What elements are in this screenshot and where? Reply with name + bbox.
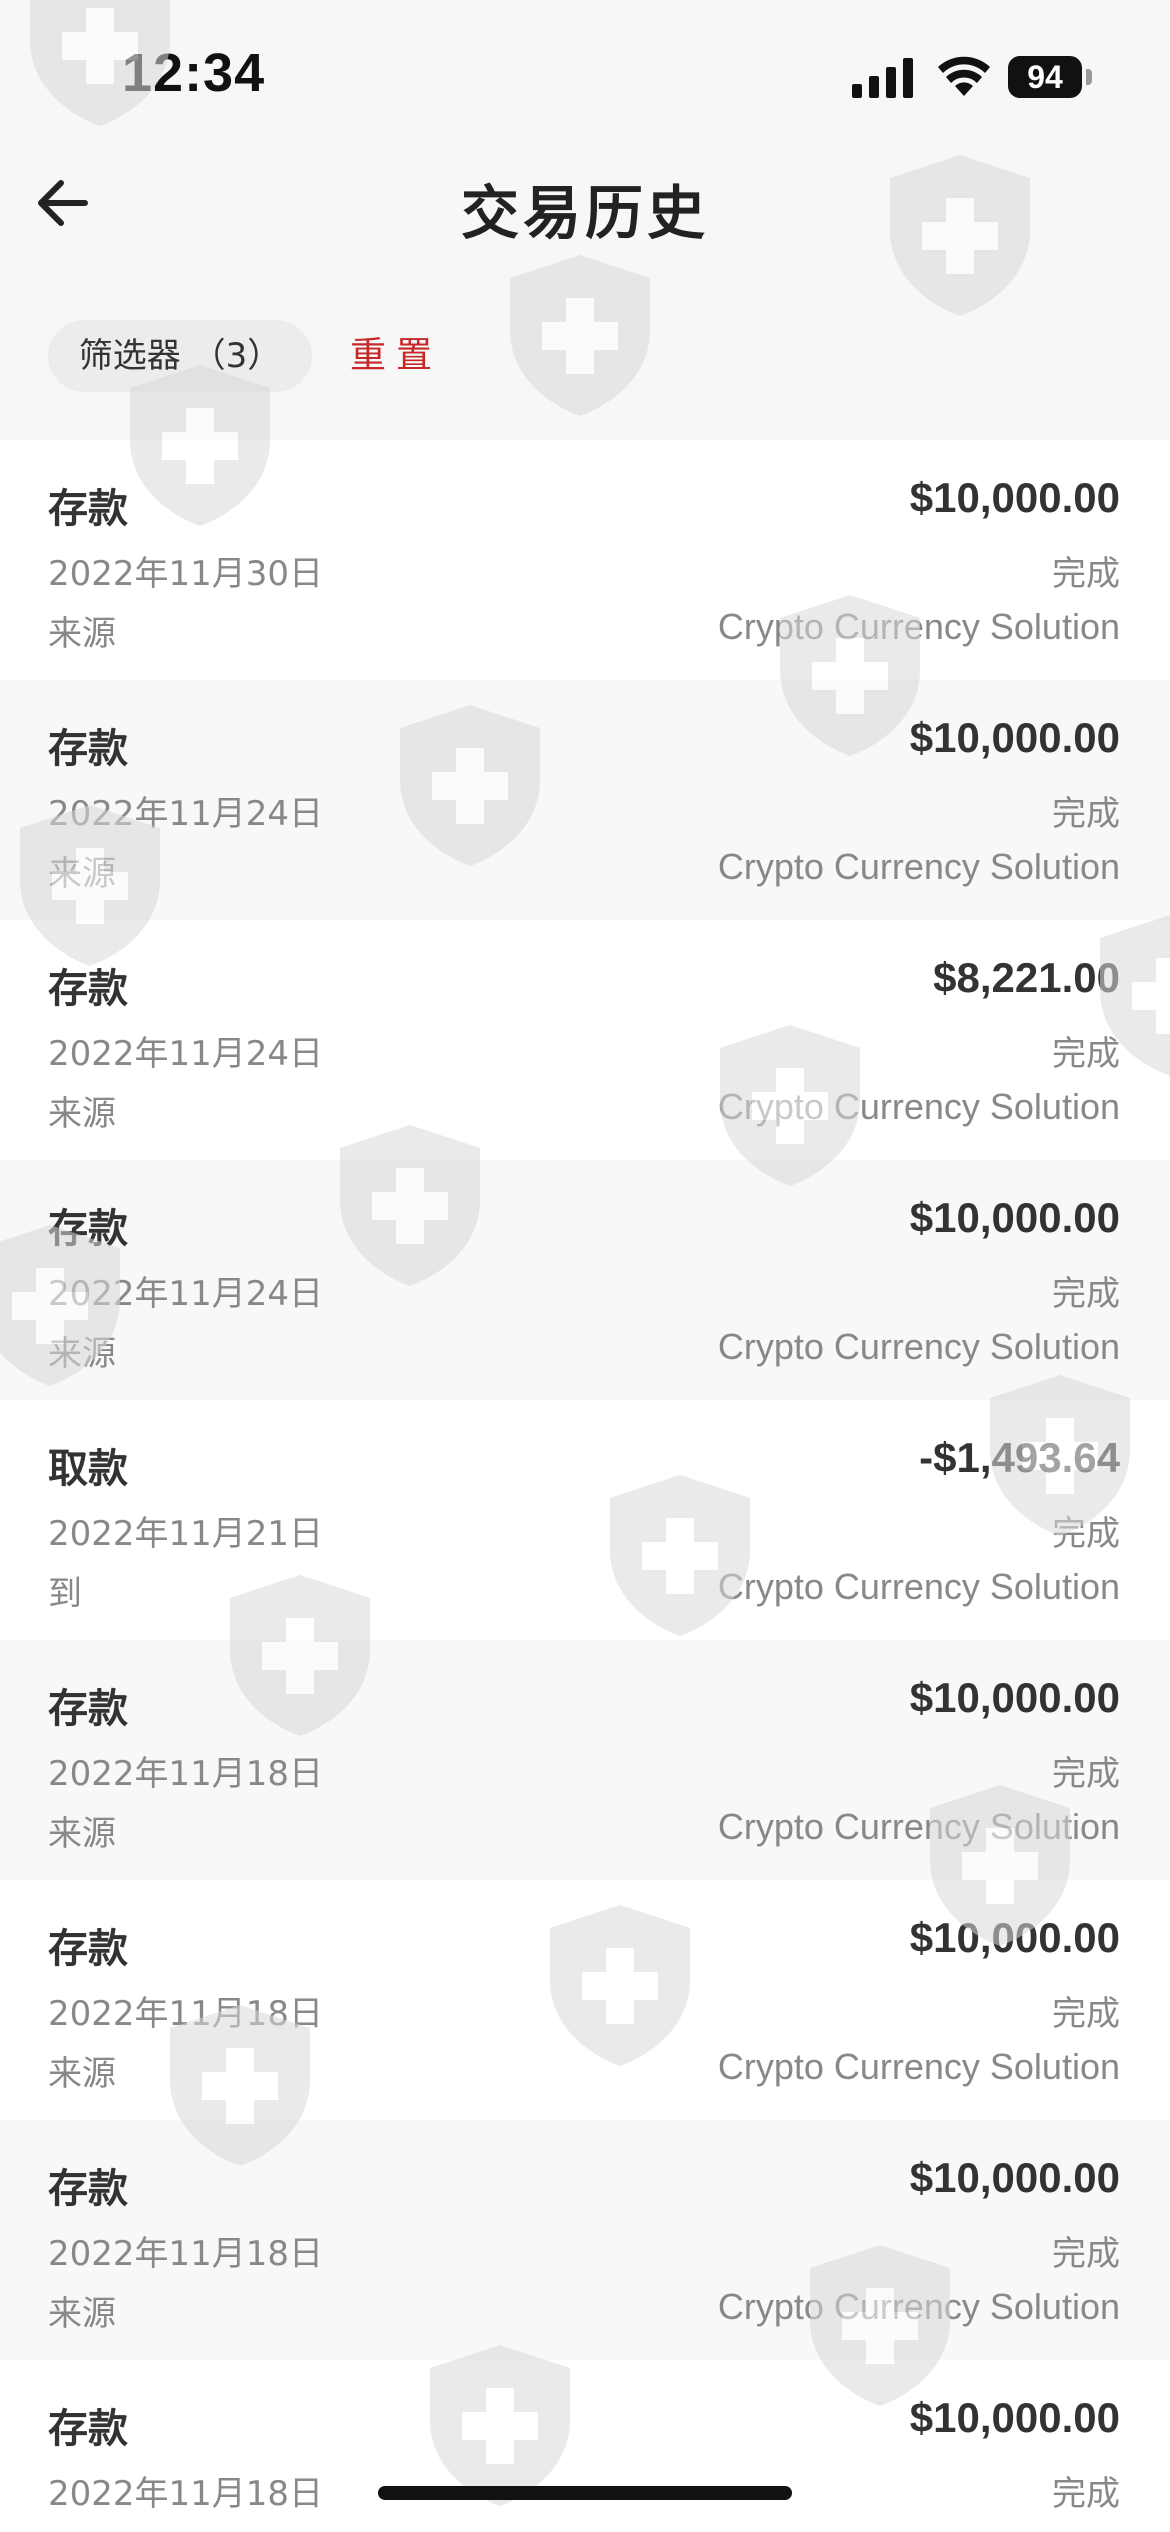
- transaction-status: 完成: [1052, 1994, 1120, 2034]
- transaction-status: 完成: [1052, 2474, 1120, 2514]
- transaction-row[interactable]: 取款 2022年11月21日 到 -$1,493.64 完成 Crypto Cu…: [0, 1400, 1170, 1640]
- transaction-status: 完成: [1052, 554, 1120, 594]
- shield-watermark-icon: [510, 255, 650, 416]
- wifi-icon: [938, 56, 990, 96]
- transaction-row[interactable]: 存款 2022年11月18日 来源 $10,000.00 完成: [0, 2360, 1170, 2532]
- transaction-date: 2022年11月30日: [48, 554, 324, 594]
- transaction-amount: $10,000.00: [909, 2394, 1120, 2441]
- transaction-row[interactable]: 存款 2022年11月24日 来源 $10,000.00 完成 Crypto C…: [0, 680, 1170, 920]
- transaction-party-label: 到: [48, 1574, 82, 1614]
- transaction-date: 2022年11月18日: [48, 1754, 324, 1794]
- transaction-party-label: 来源: [48, 2294, 116, 2334]
- transaction-row[interactable]: 存款 2022年11月18日 来源 $10,000.00 完成 Crypto C…: [0, 2120, 1170, 2360]
- transaction-date: 2022年11月24日: [48, 1274, 324, 1314]
- status-bar: 12:34 94: [0, 0, 1170, 150]
- transaction-row[interactable]: 存款 2022年11月30日 来源 $10,000.00 完成 Crypto C…: [0, 440, 1170, 680]
- reset-button[interactable]: 重置: [350, 320, 442, 392]
- transaction-history-screen: 12:34 94 交易历史 筛选器 （3） 重置 存款 2022年11月30日: [0, 0, 1170, 2532]
- transaction-type: 存款: [48, 2166, 128, 2212]
- transaction-type: 存款: [48, 726, 128, 772]
- transaction-type: 存款: [48, 1926, 128, 1972]
- home-indicator[interactable]: [378, 2486, 792, 2500]
- transaction-type: 存款: [48, 486, 128, 532]
- transaction-counterparty: Crypto Currency Solution: [717, 1326, 1120, 1367]
- transaction-type: 存款: [48, 1686, 128, 1732]
- transaction-amount: -$1,493.64: [919, 1434, 1120, 1481]
- transaction-row[interactable]: 存款 2022年11月18日 来源 $10,000.00 完成 Crypto C…: [0, 1640, 1170, 1880]
- transaction-type: 取款: [48, 1446, 128, 1492]
- transaction-type: 存款: [48, 1206, 128, 1252]
- transaction-party-label: 来源: [48, 1094, 116, 1134]
- battery-cap: [1086, 69, 1092, 85]
- transaction-amount: $10,000.00: [909, 1914, 1120, 1961]
- transaction-amount: $10,000.00: [909, 474, 1120, 521]
- transaction-row[interactable]: 存款 2022年11月18日 来源 $10,000.00 完成 Crypto C…: [0, 1880, 1170, 2120]
- status-time: 12:34: [122, 43, 266, 103]
- signal-icon: [852, 58, 913, 98]
- battery-level: 94: [1008, 56, 1082, 98]
- transaction-status: 完成: [1052, 794, 1120, 834]
- transaction-party-label: 来源: [48, 614, 116, 654]
- transaction-counterparty: Crypto Currency Solution: [717, 1086, 1120, 1127]
- transaction-amount: $10,000.00: [909, 714, 1120, 761]
- transaction-status: 完成: [1052, 1034, 1120, 1074]
- transaction-amount: $10,000.00: [909, 1674, 1120, 1721]
- transaction-counterparty: Crypto Currency Solution: [717, 2286, 1120, 2327]
- battery-icon: 94: [1008, 56, 1092, 98]
- transaction-type: 存款: [48, 966, 128, 1012]
- transaction-row[interactable]: 存款 2022年11月24日 来源 $8,221.00 完成 Crypto Cu…: [0, 920, 1170, 1160]
- transaction-date: 2022年11月21日: [48, 1514, 324, 1554]
- transaction-status: 完成: [1052, 1754, 1120, 1794]
- transaction-counterparty: Crypto Currency Solution: [717, 1806, 1120, 1847]
- transaction-counterparty: Crypto Currency Solution: [717, 846, 1120, 887]
- transaction-status: 完成: [1052, 1514, 1120, 1554]
- transaction-status: 完成: [1052, 2234, 1120, 2274]
- transaction-status: 完成: [1052, 1274, 1120, 1314]
- transaction-type: 存款: [48, 2406, 128, 2452]
- transaction-row[interactable]: 存款 2022年11月24日 来源 $10,000.00 完成 Crypto C…: [0, 1160, 1170, 1400]
- transaction-date: 2022年11月18日: [48, 1994, 324, 2034]
- filter-button[interactable]: 筛选器 （3）: [48, 320, 312, 392]
- transaction-party-label: 来源: [48, 2526, 116, 2532]
- transaction-amount: $8,221.00: [933, 954, 1120, 1001]
- transaction-date: 2022年11月24日: [48, 794, 324, 834]
- transaction-date: 2022年11月24日: [48, 1034, 324, 1074]
- transaction-party-label: 来源: [48, 2054, 116, 2094]
- transaction-party-label: 来源: [48, 1334, 116, 1374]
- transaction-party-label: 来源: [48, 1814, 116, 1854]
- page-title: 交易历史: [460, 179, 709, 247]
- transaction-counterparty: Crypto Currency Solution: [717, 606, 1120, 647]
- transaction-counterparty: Crypto Currency Solution: [717, 1566, 1120, 1607]
- transaction-counterparty: Crypto Currency Solution: [717, 2046, 1120, 2087]
- transaction-amount: $10,000.00: [909, 2154, 1120, 2201]
- transaction-date: 2022年11月18日: [48, 2474, 324, 2514]
- transaction-list: 存款 2022年11月30日 来源 $10,000.00 完成 Crypto C…: [0, 440, 1170, 2532]
- transaction-amount: $10,000.00: [909, 1194, 1120, 1241]
- transaction-party-label: 来源: [48, 854, 116, 894]
- transaction-date: 2022年11月18日: [48, 2234, 324, 2274]
